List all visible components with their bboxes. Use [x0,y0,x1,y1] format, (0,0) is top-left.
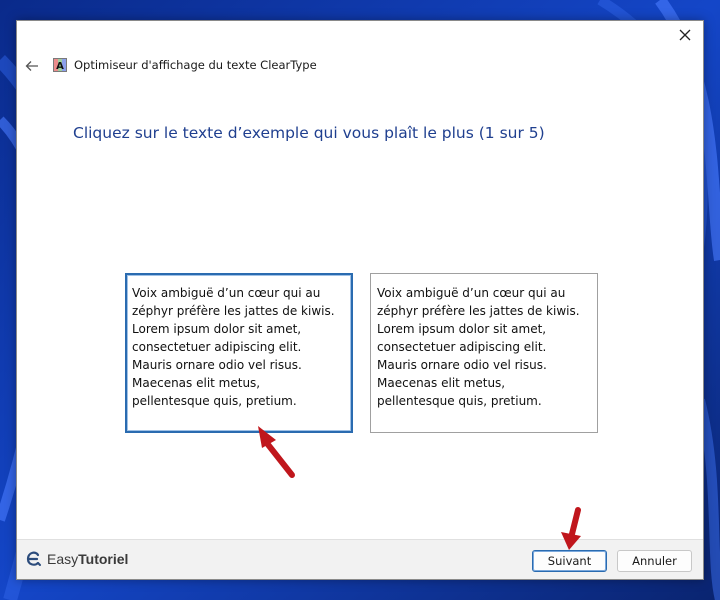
text-sample-1[interactable]: Voix ambiguë d’un cœur qui au zéphyr pré… [125,273,353,433]
back-button[interactable] [21,55,43,77]
annotation-arrow-icon [258,426,295,478]
easytutoriel-watermark: EasyTutoriel [25,550,128,568]
sample-text: Voix ambiguë d’un cœur qui au zéphyr pré… [377,286,580,408]
close-icon [679,29,691,41]
easytutoriel-logo-icon [26,551,41,566]
sample-text: Voix ambiguë d’un cœur qui au zéphyr pré… [132,286,335,408]
annotation-arrow-icon [561,507,581,550]
svg-text:A: A [56,61,64,72]
brand-text: EasyTutoriel [47,551,129,567]
back-arrow-icon [25,61,38,71]
cancel-button[interactable]: Annuler [617,550,692,572]
text-sample-2[interactable]: Voix ambiguë d’un cœur qui au zéphyr pré… [370,273,598,433]
cleartype-dialog: A Optimiseur d'affichage du texte ClearT… [16,20,704,580]
close-button[interactable] [667,21,703,49]
window-title: Optimiseur d'affichage du texte ClearTyp… [74,58,317,72]
dialog-footer: EasyTutoriel Suivant Annuler [17,539,703,579]
cleartype-app-icon: A [53,58,67,72]
page-heading: Cliquez sur le texte d’exemple qui vous … [73,124,545,142]
